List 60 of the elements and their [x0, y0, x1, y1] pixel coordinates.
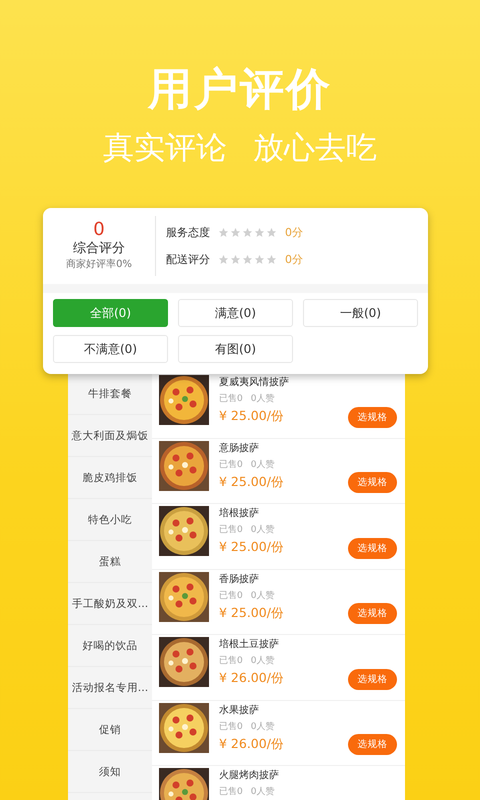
category-item[interactable]: 好喝的饮品 — [68, 625, 152, 667]
category-item[interactable]: 促销 — [68, 709, 152, 751]
category-item[interactable]: 须知 — [68, 751, 152, 793]
product-name: 夏威夷风情披萨 — [219, 376, 289, 390]
product-name: 火腿烤肉披萨 — [219, 768, 279, 783]
star-icon — [266, 227, 277, 238]
like-count: 0人赞 — [250, 590, 274, 602]
sold-count: 已售0 — [219, 524, 243, 537]
star-icon — [254, 227, 265, 238]
star-icon — [218, 227, 229, 238]
like-count: 0人赞 — [250, 458, 274, 472]
filter-tab[interactable]: 有图(0) — [178, 335, 293, 363]
category-item[interactable]: 特色小吃 — [68, 499, 152, 541]
filter-tab[interactable]: 一般(0) — [303, 299, 418, 327]
like-count: 0人赞 — [250, 654, 274, 668]
like-count: 0人赞 — [250, 720, 274, 734]
aspect-name: 服务态度 — [166, 225, 210, 240]
sold-count: 已售0 — [219, 786, 243, 799]
star-icon — [266, 254, 277, 265]
aspect-score: 0分 — [285, 252, 303, 267]
product-name: 培根披萨 — [219, 506, 260, 521]
aspect-name: 配送评分 — [166, 252, 210, 267]
product-price: ¥ 25.00/份 — [219, 604, 284, 622]
like-count: 0人赞 — [250, 786, 274, 799]
product-price: ¥ 25.00/份 — [219, 407, 285, 425]
category-item[interactable]: 活动报名专用… — [68, 667, 152, 709]
star-icon — [242, 254, 253, 265]
tagline: 放心去吃 — [253, 129, 377, 168]
aspect-score: 0分 — [285, 225, 303, 240]
star-icon — [230, 227, 241, 238]
star-icon — [242, 227, 253, 238]
product-name: 培根土豆披萨 — [219, 638, 280, 652]
product-price: ¥ 25.00/份 — [219, 472, 284, 490]
category-item[interactable]: 脆皮鸡排饭 — [68, 457, 152, 499]
product-price: ¥ 26.00/份 — [219, 669, 284, 687]
product-name: 香肠披萨 — [219, 572, 260, 586]
headline: 用户评价 — [148, 64, 332, 116]
filter-tab[interactable]: 满意(0) — [178, 299, 293, 327]
sold-count: 已售0 — [219, 720, 243, 734]
positive-rate: 商家好评率0% — [66, 258, 132, 272]
star-icon — [254, 254, 265, 265]
tagline: 真实评论 — [103, 129, 227, 168]
overall-label: 综合评分 — [73, 240, 125, 258]
sold-count: 已售0 — [219, 392, 243, 406]
like-count: 0人赞 — [250, 392, 274, 406]
product-name: 水果披萨 — [219, 704, 260, 718]
category-item[interactable]: 手工酸奶及双… — [68, 583, 152, 625]
product-price: ¥ 25.00/份 — [219, 538, 284, 556]
category-item[interactable]: 意大利面及焗饭 — [68, 415, 152, 457]
product-name: 意肠披萨 — [219, 442, 260, 456]
category-item[interactable]: 蛋糕 — [68, 541, 152, 583]
sold-count: 已售0 — [219, 654, 243, 668]
overall-score: 0 — [93, 220, 105, 240]
star-icon — [230, 254, 241, 265]
filter-tab[interactable]: 不满意(0) — [53, 335, 168, 363]
product-price: ¥ 26.00/份 — [219, 734, 284, 752]
sold-count: 已售0 — [219, 590, 243, 602]
sold-count: 已售0 — [219, 458, 243, 472]
star-icon — [218, 254, 229, 265]
like-count: 0人赞 — [250, 524, 274, 537]
